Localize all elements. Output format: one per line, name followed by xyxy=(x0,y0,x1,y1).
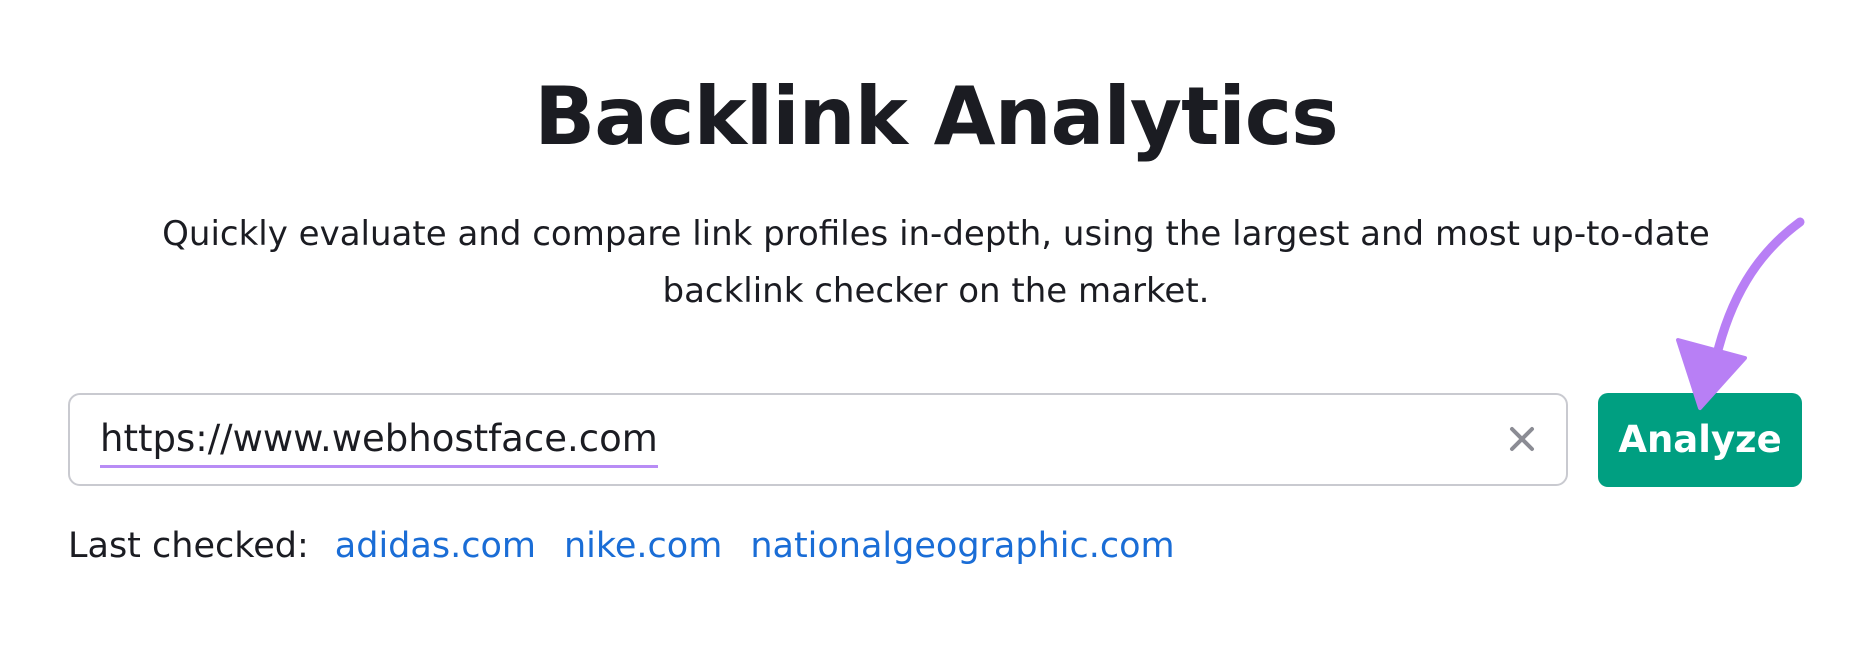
search-input[interactable]: https://www.webhostface.com xyxy=(68,393,1568,486)
page-subtitle: Quickly evaluate and compare link profil… xyxy=(162,214,1710,311)
last-checked-row: Last checked: adidas.com nike.com nation… xyxy=(68,518,1203,574)
close-icon[interactable] xyxy=(1502,419,1542,459)
recent-link-nationalgeographic[interactable]: nationalgeographic.com xyxy=(750,526,1174,566)
arrow-pointer-icon xyxy=(1676,217,1805,410)
recent-link-adidas[interactable]: adidas.com xyxy=(335,526,536,566)
recent-link-nike[interactable]: nike.com xyxy=(564,526,722,566)
page-title: Backlink Analytics xyxy=(534,70,1339,163)
last-checked-label: Last checked: xyxy=(68,526,309,566)
close-icon-graphic xyxy=(1510,427,1534,451)
search-input-value[interactable]: https://www.webhostface.com xyxy=(100,415,658,468)
